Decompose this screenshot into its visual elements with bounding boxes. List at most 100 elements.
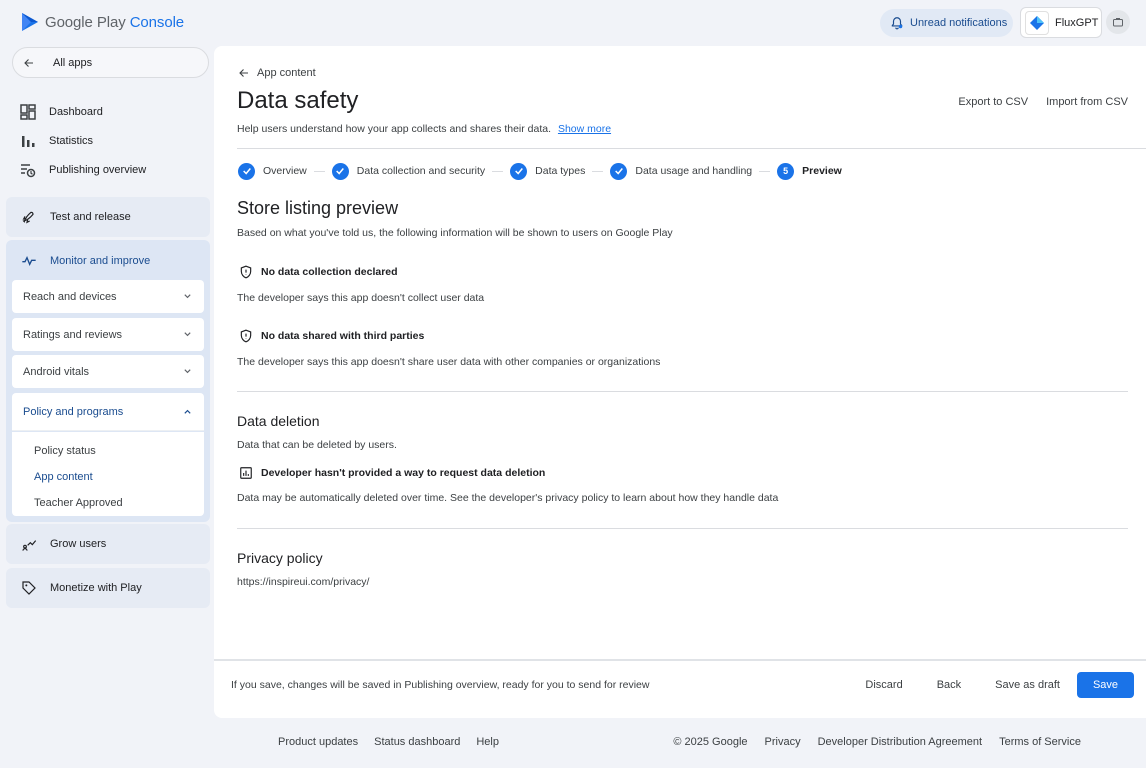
intro-text: Help users understand how your app colle… bbox=[237, 123, 611, 135]
check-icon bbox=[331, 162, 349, 180]
data-deletion-title: Data deletion bbox=[237, 413, 320, 429]
check-icon bbox=[238, 162, 255, 180]
bell-icon bbox=[891, 17, 903, 30]
privacy-policy-url: https://inspireui.com/privacy/ bbox=[237, 576, 370, 588]
sidebar-section-test-release[interactable]: Test and release bbox=[6, 197, 210, 237]
sidebar-item-teacher-approved[interactable]: Teacher Approved bbox=[34, 497, 123, 509]
preview-title: Store listing preview bbox=[237, 198, 399, 218]
notifications-button[interactable]: Unread notifications bbox=[880, 9, 1013, 37]
sidebar-item-ratings-reviews[interactable]: Ratings and reviews bbox=[12, 318, 204, 351]
item-heading-text: No data collection declared bbox=[261, 266, 398, 278]
item-heading-text: No data shared with third parties bbox=[261, 330, 425, 342]
show-more-link[interactable]: Show more bbox=[558, 123, 611, 135]
footer-privacy-link[interactable]: Privacy bbox=[765, 736, 801, 748]
step-label: Data types bbox=[535, 165, 586, 177]
arrow-left-icon bbox=[239, 69, 248, 77]
step-data-collection[interactable]: Data collection and security bbox=[331, 162, 486, 180]
section-label: Monitor and improve bbox=[50, 255, 151, 267]
footer-dda-link[interactable]: Developer Distribution Agreement bbox=[818, 736, 982, 748]
divider bbox=[237, 148, 1146, 149]
save-button[interactable]: Save bbox=[1077, 672, 1134, 698]
footer: Product updates Status dashboard Help © … bbox=[0, 718, 1146, 768]
step-connector bbox=[592, 170, 604, 172]
step-label: Data collection and security bbox=[356, 165, 486, 177]
sidebar-section-monitor-improve[interactable]: Monitor and improve bbox=[21, 253, 150, 269]
footer-terms-link[interactable]: Terms of Service bbox=[999, 736, 1081, 748]
data-deletion-heading: Developer hasn't provided a way to reque… bbox=[239, 466, 545, 480]
step-overview[interactable]: Overview bbox=[238, 162, 307, 180]
divider bbox=[237, 391, 1128, 392]
header-actions: Export to CSV Import from CSV bbox=[958, 96, 1128, 108]
sidebar-item-statistics[interactable]: Statistics bbox=[20, 133, 93, 149]
sidebar-item-label: Ratings and reviews bbox=[23, 328, 123, 341]
step-data-types[interactable]: Data types bbox=[510, 162, 586, 180]
sidebar-section-monetize[interactable]: Monetize with Play bbox=[6, 568, 210, 608]
export-csv-button[interactable]: Export to CSV bbox=[958, 96, 1028, 108]
preview-description: Based on what you've told us, the follow… bbox=[237, 227, 673, 239]
divider bbox=[237, 528, 1128, 529]
briefcase-icon bbox=[1113, 18, 1123, 27]
app-logo-icon bbox=[1025, 10, 1049, 35]
main-panel: App content Data safety Export to CSV Im… bbox=[214, 46, 1146, 718]
footer-help-link[interactable]: Help bbox=[476, 736, 499, 748]
shield-icon bbox=[240, 265, 252, 279]
save-draft-button[interactable]: Save as draft bbox=[978, 679, 1077, 691]
app-selector[interactable]: FluxGPT bbox=[1020, 7, 1102, 38]
sidebar-item-policy-programs[interactable]: Policy and programs bbox=[12, 393, 204, 431]
no-sharing-heading: No data shared with third parties bbox=[239, 329, 424, 343]
tag-icon bbox=[22, 581, 36, 595]
sidebar-item-policy-status[interactable]: Policy status bbox=[34, 445, 96, 457]
sidebar-item-label: Publishing overview bbox=[49, 164, 147, 176]
back-to-app-content-link[interactable]: App content bbox=[238, 67, 316, 79]
account-button[interactable] bbox=[1106, 10, 1130, 34]
rocket-icon bbox=[22, 211, 34, 224]
pulse-icon bbox=[22, 256, 36, 266]
step-number: 5 bbox=[777, 162, 795, 180]
step-label: Preview bbox=[802, 165, 842, 177]
step-preview[interactable]: 5 Preview bbox=[777, 162, 842, 180]
section-label: Test and release bbox=[50, 211, 131, 223]
sidebar-item-app-content[interactable]: App content bbox=[34, 471, 93, 483]
play-console-logo[interactable]: Google Play Console bbox=[21, 12, 184, 32]
notifications-label: Unread notifications bbox=[910, 17, 1008, 29]
sidebar-section-grow-users[interactable]: Grow users bbox=[6, 524, 210, 564]
footer-status-dashboard-link[interactable]: Status dashboard bbox=[374, 736, 460, 748]
discard-button[interactable]: Discard bbox=[848, 679, 919, 691]
publishing-icon bbox=[21, 164, 36, 178]
all-apps-button[interactable]: All apps bbox=[12, 47, 209, 78]
app-name: FluxGPT bbox=[1055, 16, 1099, 29]
sidebar-item-label: Reach and devices bbox=[23, 290, 117, 303]
step-connector bbox=[313, 170, 325, 172]
step-label: Overview bbox=[263, 165, 307, 177]
footer-copyright: © 2025 Google bbox=[673, 736, 748, 748]
chevron-down-icon bbox=[184, 369, 191, 374]
chevron-up-icon bbox=[184, 409, 191, 414]
intro-description: Help users understand how your app colle… bbox=[237, 123, 552, 135]
chevron-down-icon bbox=[184, 332, 191, 337]
data-deletion-description: Data that can be deleted by users. bbox=[237, 439, 397, 451]
sidebar-item-label: Dashboard bbox=[49, 106, 103, 118]
sidebar-item-label: Policy and programs bbox=[23, 405, 124, 418]
page-title: Data safety bbox=[237, 87, 359, 114]
monitor-improve-group: Monitor and improve Reach and devices Ra… bbox=[6, 240, 210, 522]
sidebar-item-android-vitals[interactable]: Android vitals bbox=[12, 355, 204, 388]
sidebar-item-dashboard[interactable]: Dashboard bbox=[20, 104, 103, 120]
step-data-usage[interactable]: Data usage and handling bbox=[610, 162, 753, 180]
data-deletion-detail: Data may be automatically deleted over t… bbox=[237, 492, 779, 504]
footer-links-right: © 2025 Google Privacy Developer Distribu… bbox=[673, 736, 1081, 748]
footer-links-left: Product updates Status dashboard Help bbox=[278, 736, 499, 748]
footer-product-updates-link[interactable]: Product updates bbox=[278, 736, 358, 748]
section-label: Monetize with Play bbox=[50, 582, 142, 594]
step-connector bbox=[759, 170, 771, 172]
back-button[interactable]: Back bbox=[920, 679, 978, 691]
policy-programs-list: Policy status App content Teacher Approv… bbox=[12, 432, 204, 516]
step-label: Data usage and handling bbox=[635, 165, 753, 177]
shield-icon bbox=[240, 329, 252, 343]
sidebar-item-reach-devices[interactable]: Reach and devices bbox=[12, 280, 204, 313]
bar-chart-box-icon bbox=[240, 467, 252, 479]
import-csv-button[interactable]: Import from CSV bbox=[1046, 96, 1128, 108]
item-heading-text: Developer hasn't provided a way to reque… bbox=[261, 467, 546, 479]
section-label: Grow users bbox=[50, 538, 107, 550]
sidebar-item-publishing-overview[interactable]: Publishing overview bbox=[20, 162, 146, 178]
grow-users-icon bbox=[22, 540, 37, 551]
